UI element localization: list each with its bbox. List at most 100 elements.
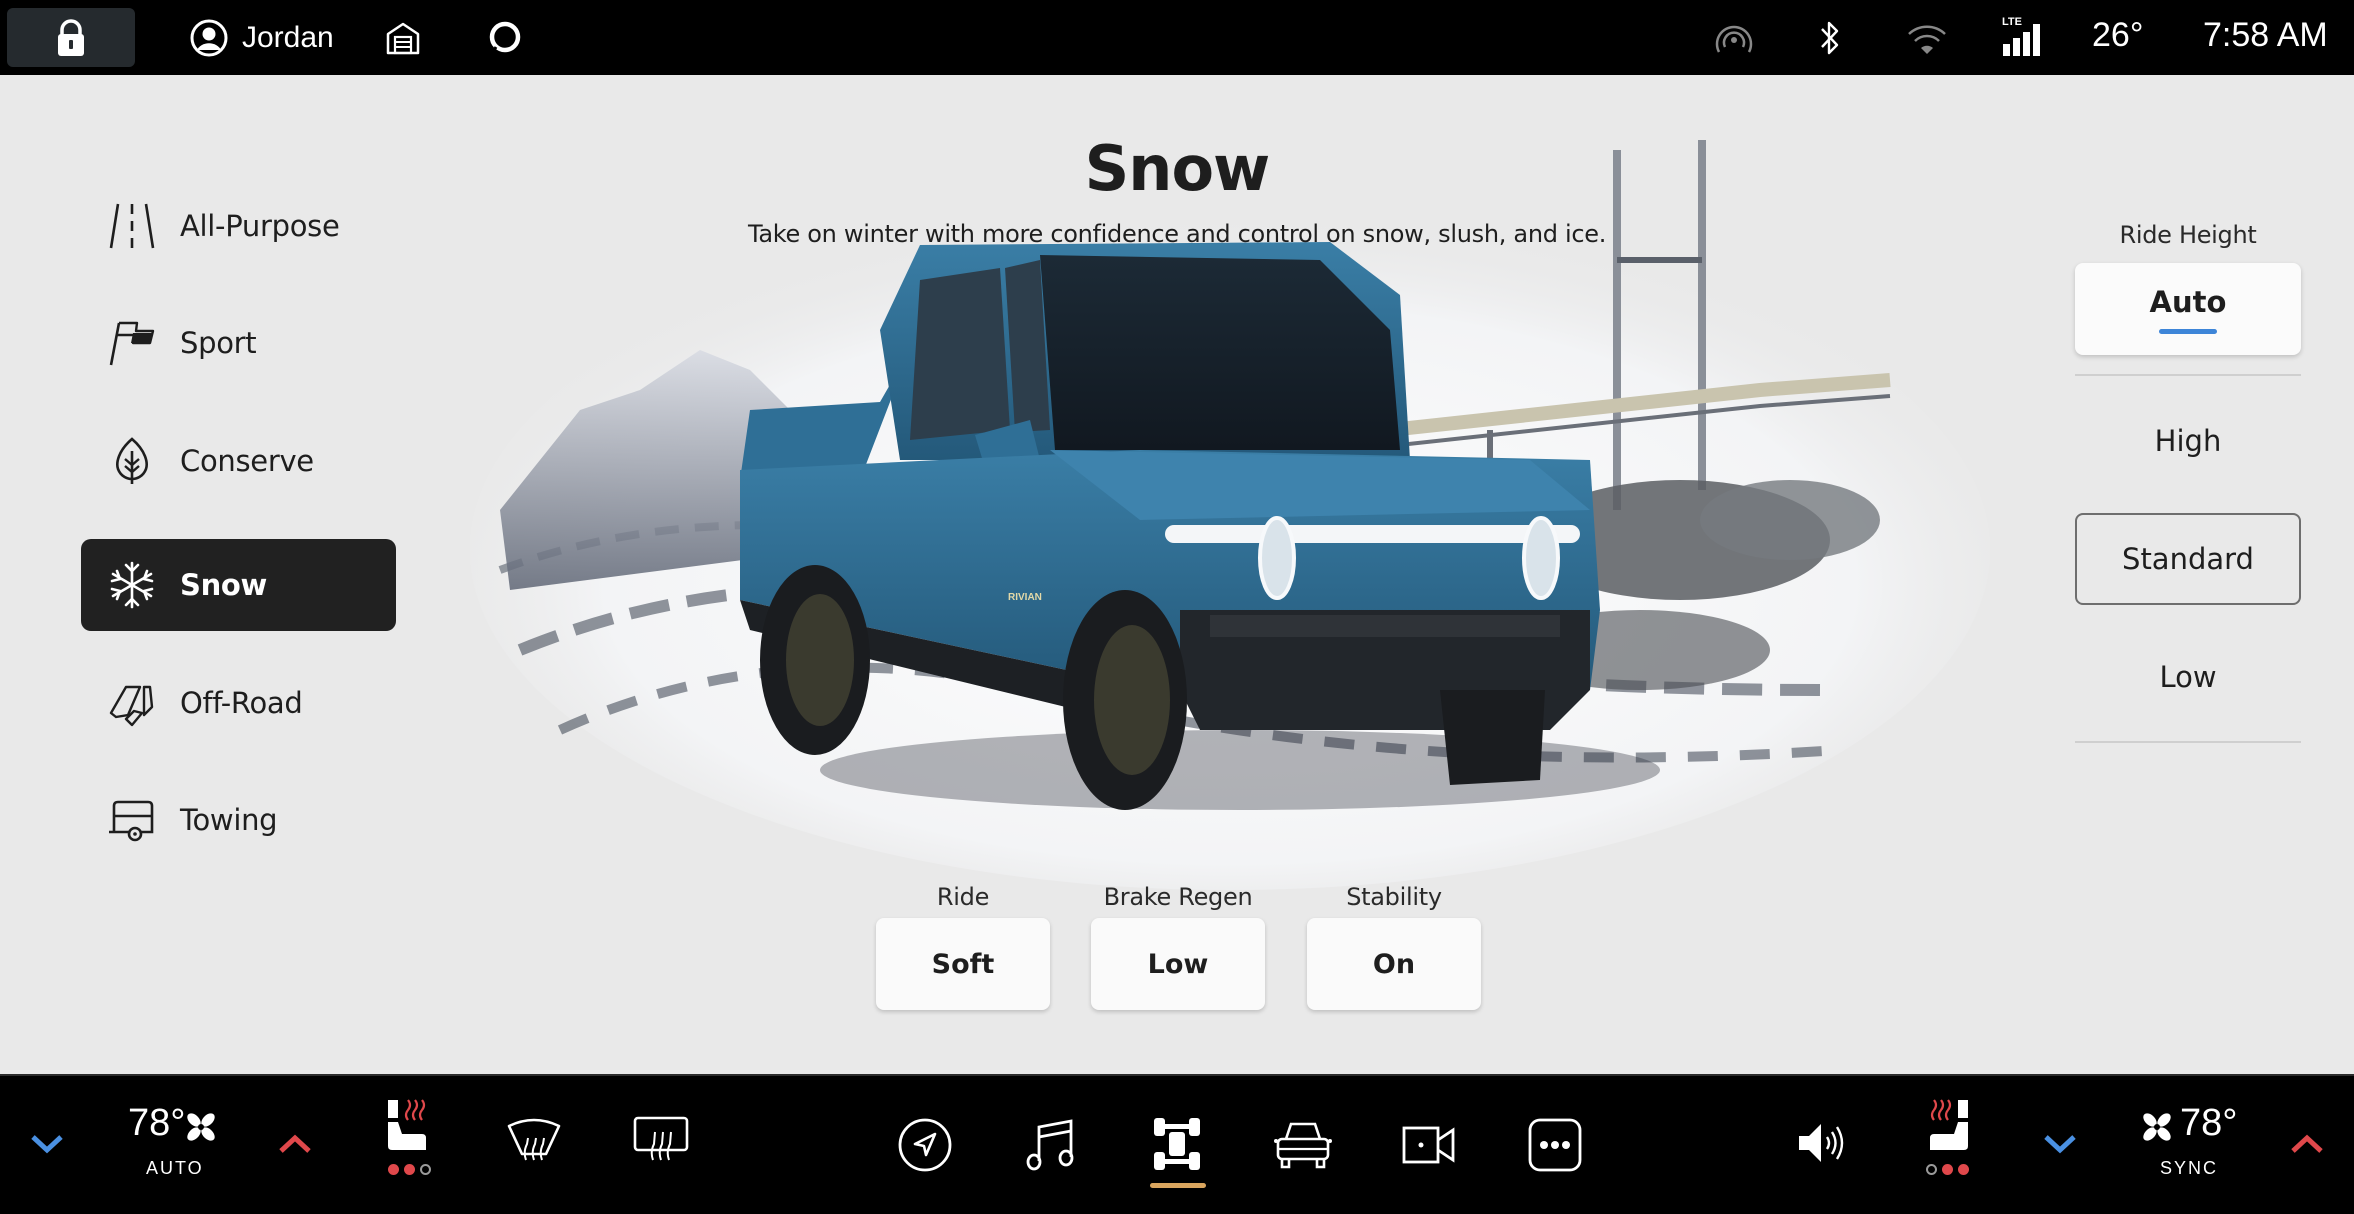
mode-towing[interactable]: Towing xyxy=(81,774,396,866)
passenger-temp: 78° xyxy=(2180,1102,2238,1144)
passenger-climate-mode: SYNC xyxy=(2160,1158,2219,1178)
passenger-seat-heat-button[interactable] xyxy=(1918,1094,1978,1194)
mode-label: Conserve xyxy=(180,444,314,478)
lock-button[interactable] xyxy=(7,8,135,67)
mode-conserve[interactable]: Conserve xyxy=(81,415,396,507)
setting-label: Ride xyxy=(936,883,990,911)
user-avatar-icon xyxy=(190,19,228,57)
driver-temp-down-button[interactable] xyxy=(22,1124,72,1164)
snowflake-icon xyxy=(106,559,158,611)
lte-signal-icon: LTE xyxy=(2002,16,2046,56)
stability-setting: Stability On xyxy=(1307,880,1481,1010)
vehicle-badge: RIVIAN xyxy=(1008,592,1042,603)
mode-sport[interactable]: Sport xyxy=(81,297,396,389)
seat-heat-icon xyxy=(388,1099,426,1150)
heat-level-dot xyxy=(404,1164,415,1175)
chevron-down-icon xyxy=(2044,1135,2076,1154)
volume-icon xyxy=(1799,1124,1844,1162)
mode-label: Towing xyxy=(180,803,278,837)
passenger-temp-up-button[interactable] xyxy=(2282,1124,2332,1164)
camera-icon xyxy=(1402,1126,1455,1164)
mode-description: Take on winter with more confidence and … xyxy=(747,220,1607,248)
driver-temp-up-button[interactable] xyxy=(270,1124,320,1164)
ride-height-low[interactable]: Low xyxy=(2075,631,2301,723)
option-label: Low xyxy=(2159,660,2217,694)
nav-camera[interactable] xyxy=(1400,1116,1458,1174)
more-icon xyxy=(1528,1118,1582,1172)
bluetooth-icon xyxy=(1821,21,1839,55)
clock: 7:58 AM xyxy=(2203,16,2328,54)
fan-icon xyxy=(187,1113,215,1141)
front-defrost-button[interactable] xyxy=(505,1114,563,1164)
heat-level-dot xyxy=(1958,1164,1969,1175)
stability-button[interactable]: On xyxy=(1307,918,1481,1010)
driver-seat-heat-button[interactable] xyxy=(378,1094,438,1194)
fan-icon xyxy=(2143,1113,2171,1141)
rear-defrost-icon xyxy=(633,1116,689,1161)
outside-temperature: 26° xyxy=(2092,16,2144,54)
setting-label: Brake Regen xyxy=(1103,883,1253,911)
vehicle-dynamics-icon xyxy=(1154,1118,1200,1170)
mode-label: Snow xyxy=(180,568,268,602)
chevron-up-icon xyxy=(2291,1134,2323,1153)
setting-label: Stability xyxy=(1346,883,1442,911)
voice-assistant-button[interactable] xyxy=(487,19,523,59)
mode-label: Sport xyxy=(180,326,257,360)
ride-height-high[interactable]: High xyxy=(2075,395,2301,487)
nav-navigation[interactable] xyxy=(896,1116,954,1174)
leaf-icon xyxy=(106,435,158,487)
rear-defrost-button[interactable] xyxy=(632,1114,690,1164)
climate-nav-bar: 78° AUTO 78° SYNC xyxy=(0,1074,2354,1214)
heat-level-dot xyxy=(420,1164,431,1175)
nav-music[interactable] xyxy=(1022,1116,1080,1174)
chevron-down-icon xyxy=(31,1135,63,1154)
user-name: Jordan xyxy=(242,21,334,54)
nav-vehicle[interactable] xyxy=(1274,1116,1332,1174)
mode-label: Off-Road xyxy=(180,686,303,720)
active-tab-indicator xyxy=(1150,1183,1206,1188)
garage-icon xyxy=(386,22,420,55)
music-icon xyxy=(1026,1119,1074,1171)
heat-level-dots xyxy=(388,1164,431,1175)
nav-more[interactable] xyxy=(1526,1116,1584,1174)
heat-level-dot xyxy=(388,1164,399,1175)
chevron-up-icon xyxy=(279,1134,311,1153)
flag-icon xyxy=(106,317,158,369)
front-defrost-icon xyxy=(507,1118,561,1161)
garage-button[interactable] xyxy=(385,20,421,60)
divider xyxy=(2075,374,2301,376)
ride-setting: Ride Soft xyxy=(876,880,1050,1010)
heat-level-dot xyxy=(1942,1164,1953,1175)
voice-assistant-icon xyxy=(489,21,521,53)
driver-climate-mode: AUTO xyxy=(146,1158,204,1178)
option-label: High xyxy=(2154,424,2222,458)
driver-climate-button[interactable]: 78° AUTO xyxy=(120,1098,230,1188)
volume-button[interactable] xyxy=(1794,1114,1850,1172)
divider xyxy=(2075,741,2301,743)
status-bar: Jordan LTE 26° 7:58 AM xyxy=(0,0,2354,75)
passenger-climate-button[interactable]: 78° SYNC xyxy=(2136,1098,2246,1188)
lock-icon xyxy=(58,18,84,56)
mode-off-road[interactable]: Off-Road xyxy=(81,657,396,749)
ride-button[interactable]: Soft xyxy=(876,918,1050,1010)
heat-level-dots xyxy=(1926,1164,1969,1175)
driver-temp: 78° xyxy=(128,1102,186,1144)
user-profile-button[interactable]: Jordan xyxy=(190,18,334,58)
ride-height-standard[interactable]: Standard xyxy=(2075,513,2301,605)
ride-height-auto[interactable]: Auto xyxy=(2075,263,2301,355)
option-label: Standard xyxy=(2122,542,2254,576)
option-label: Auto xyxy=(2149,284,2227,319)
seat-heat-icon xyxy=(1930,1099,1968,1150)
passenger-temp-down-button[interactable] xyxy=(2035,1124,2085,1164)
navigation-icon xyxy=(898,1118,952,1172)
trailer-icon xyxy=(106,794,158,846)
heat-level-dot xyxy=(1926,1164,1937,1175)
mode-snow[interactable]: Snow xyxy=(81,539,396,631)
nav-vehicle-dynamics[interactable] xyxy=(1148,1114,1206,1174)
ride-height-selector: Ride Height Auto High Standard Low xyxy=(2075,215,2301,743)
brake-regen-button[interactable]: Low xyxy=(1091,918,1265,1010)
brake-regen-setting: Brake Regen Low xyxy=(1091,880,1265,1010)
off-road-icon xyxy=(106,677,158,729)
page-title: Snow xyxy=(1084,132,1271,205)
vehicle-icon xyxy=(1274,1122,1332,1169)
